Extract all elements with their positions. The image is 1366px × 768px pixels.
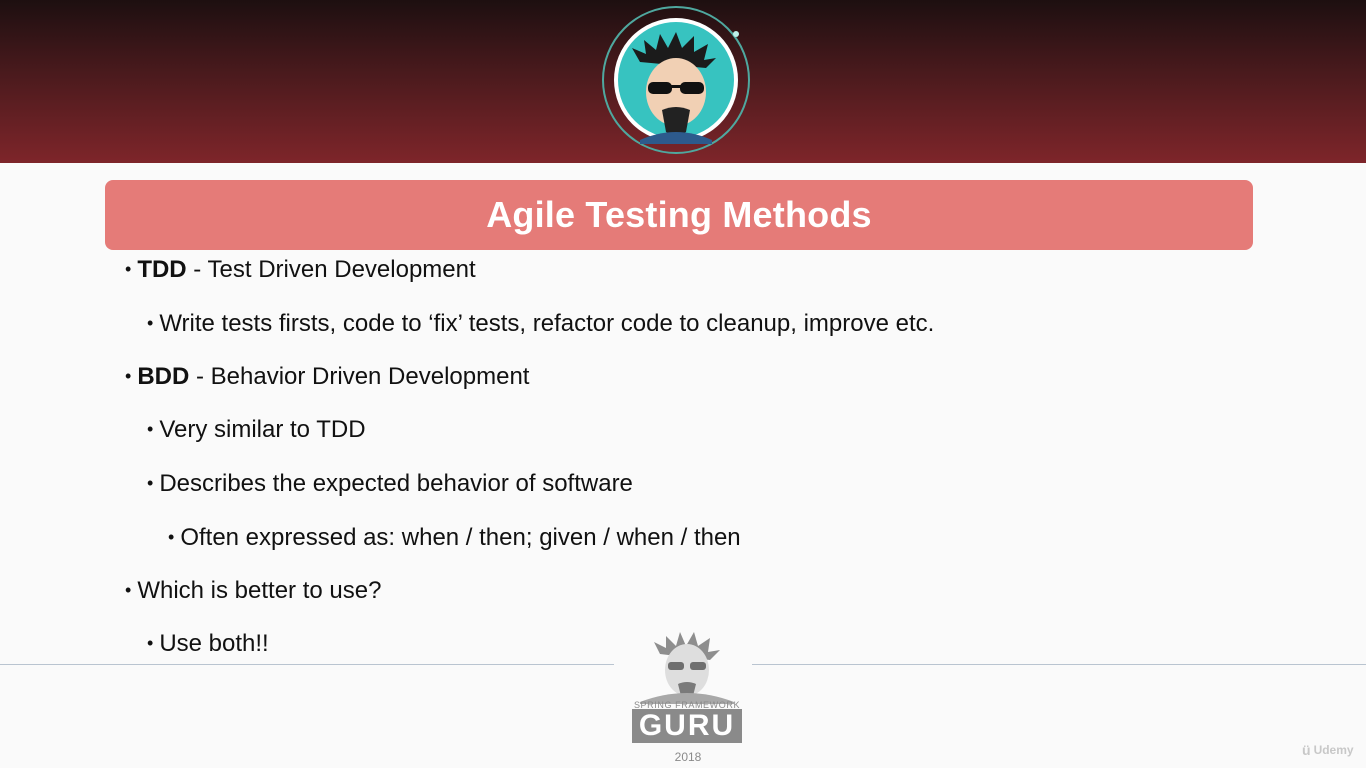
bullet-tdd-term: TDD [137,256,187,283]
guru-avatar-icon [602,6,750,154]
footer-divider-right [752,664,1366,665]
slide-header [0,0,1366,163]
bullet-tdd-text: - Test Driven Development [186,256,476,283]
bullet-bdd-term: BDD [137,363,190,390]
bullet-which-better: • Which is better to use? [125,577,382,604]
bullet-bdd: • BDD - Behavior Driven Development [125,363,530,390]
bullet-tdd-write-tests: • Write tests firsts, code to ‘fix’ tests… [147,310,935,337]
title-bar: Agile Testing Methods [105,180,1253,250]
bullet-text: Describes the expected behavior of softw… [159,470,633,497]
bullet-text: Very similar to TDD [159,416,366,443]
udemy-watermark-text: Udemy [1313,743,1354,757]
bullet-text: Use both!! [159,630,269,657]
bullet-describes-behavior: • Describes the expected behavior of soft… [147,470,633,497]
bullet-use-both: • Use both!! [147,630,269,657]
udemy-watermark: ü Udemy [1302,742,1354,758]
bullet-text: Write tests firsts, code to ‘fix’ tests,… [159,310,935,337]
bullet-bdd-text: - Behavior Driven Development [189,363,530,390]
udemy-icon: ü [1302,742,1311,758]
bullet-text: Which is better to use? [137,577,382,604]
bullet-tdd: • TDD - Test Driven Development [125,256,476,283]
slide-title: Agile Testing Methods [486,194,872,235]
footer-divider-left [0,664,614,665]
bullet-expressed-as: • Often expressed as: when / then; given … [168,524,741,551]
bullet-text: Often expressed as: when / then; given /… [180,524,741,551]
bullet-similar-tdd: • Very similar to TDD [147,416,366,443]
footer-year: 2018 [674,750,702,764]
logo-wordmark: GURU [632,709,742,743]
